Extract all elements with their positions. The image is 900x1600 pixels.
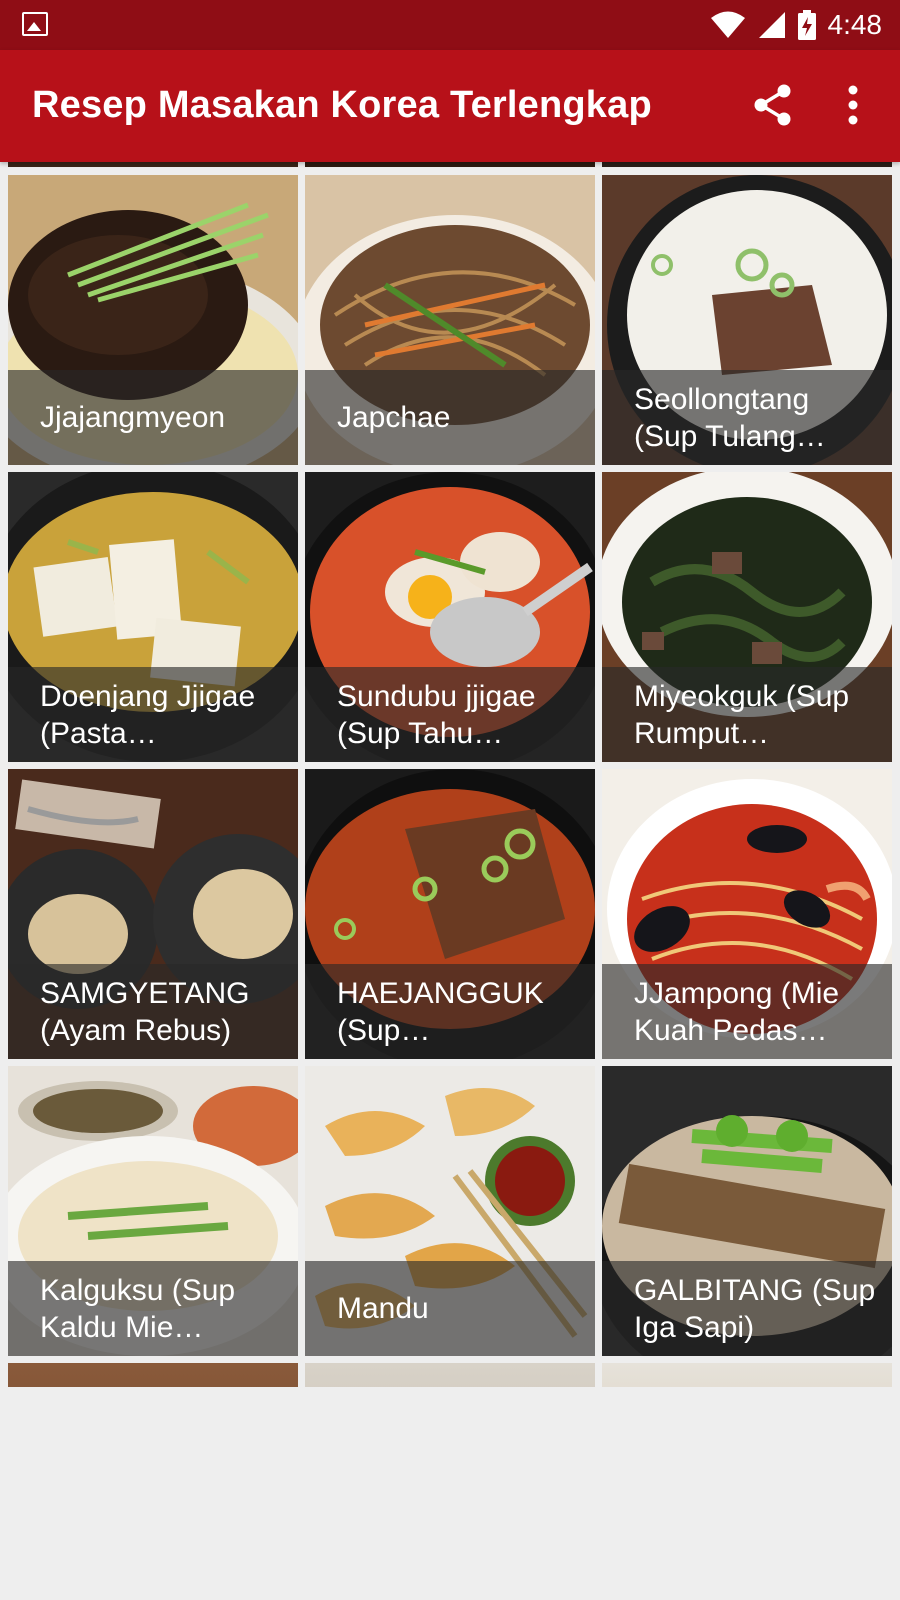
recipe-caption: Miyeokguk (Sup Rumput… bbox=[602, 667, 892, 762]
recipe-tile-partial[interactable] bbox=[602, 1363, 892, 1387]
recipe-caption: Seollongtang (Sup Tulang… bbox=[602, 370, 892, 465]
recipe-tile-partial[interactable] bbox=[8, 162, 298, 167]
recipe-tile[interactable]: JJampong (Mie Kuah Pedas… bbox=[602, 769, 892, 1059]
clock: 4:48 bbox=[827, 9, 883, 40]
share-icon[interactable] bbox=[748, 80, 798, 130]
recipe-tile[interactable]: GALBITANG (Sup Iga Sapi) bbox=[602, 1066, 892, 1356]
recipe-tile[interactable]: Mandu bbox=[305, 1066, 595, 1356]
recipe-caption: Japchae bbox=[305, 370, 595, 465]
app-bar: Resep Masakan Korea Terlengkap bbox=[0, 50, 900, 162]
recipe-tile[interactable]: SAMGYETANG (Ayam Rebus) bbox=[8, 769, 298, 1059]
recipe-caption: Kalguksu (Sup Kaldu Mie… bbox=[8, 1261, 298, 1356]
recipe-tile[interactable]: Seollongtang (Sup Tulang… bbox=[602, 175, 892, 465]
more-vert-icon[interactable] bbox=[838, 80, 868, 130]
gallery-icon bbox=[22, 12, 48, 36]
recipe-tile[interactable]: Sundubu jjigae (Sup Tahu… bbox=[305, 472, 595, 762]
recipe-tile[interactable]: HAEJANGGUK (Sup… bbox=[305, 769, 595, 1059]
recipe-caption: HAEJANGGUK (Sup… bbox=[305, 964, 595, 1059]
signal-icon bbox=[758, 12, 785, 38]
recipe-caption: GALBITANG (Sup Iga Sapi) bbox=[602, 1261, 892, 1356]
recipe-tile[interactable]: Miyeokguk (Sup Rumput… bbox=[602, 472, 892, 762]
recipe-tile-partial[interactable] bbox=[305, 162, 595, 167]
status-bar: 4:48 bbox=[0, 0, 900, 50]
status-icons: 4:48 bbox=[710, 8, 883, 42]
recipe-grid[interactable]: Jjajangmyeon Japchae Seollongtang (Sup T… bbox=[0, 162, 900, 1387]
empty-area bbox=[0, 1387, 900, 1600]
recipe-caption: Mandu bbox=[305, 1261, 595, 1356]
wifi-icon bbox=[710, 11, 745, 38]
recipe-tile-partial[interactable] bbox=[305, 1363, 595, 1387]
recipe-tile[interactable]: Japchae bbox=[305, 175, 595, 465]
recipe-caption: Doenjang Jjigae (Pasta… bbox=[8, 667, 298, 762]
app-title: Resep Masakan Korea Terlengkap bbox=[32, 84, 652, 126]
recipe-tile-partial[interactable] bbox=[602, 162, 892, 167]
recipe-tile[interactable]: Kalguksu (Sup Kaldu Mie… bbox=[8, 1066, 298, 1356]
recipe-caption: Jjajangmyeon bbox=[8, 370, 298, 465]
recipe-caption: SAMGYETANG (Ayam Rebus) bbox=[8, 964, 298, 1059]
recipe-tile-partial[interactable] bbox=[8, 1363, 298, 1387]
recipe-caption: JJampong (Mie Kuah Pedas… bbox=[602, 964, 892, 1059]
recipe-tile[interactable]: Jjajangmyeon bbox=[8, 175, 298, 465]
recipe-caption: Sundubu jjigae (Sup Tahu… bbox=[305, 667, 595, 762]
recipe-tile[interactable]: Doenjang Jjigae (Pasta… bbox=[8, 472, 298, 762]
battery-charging-icon bbox=[797, 10, 816, 40]
